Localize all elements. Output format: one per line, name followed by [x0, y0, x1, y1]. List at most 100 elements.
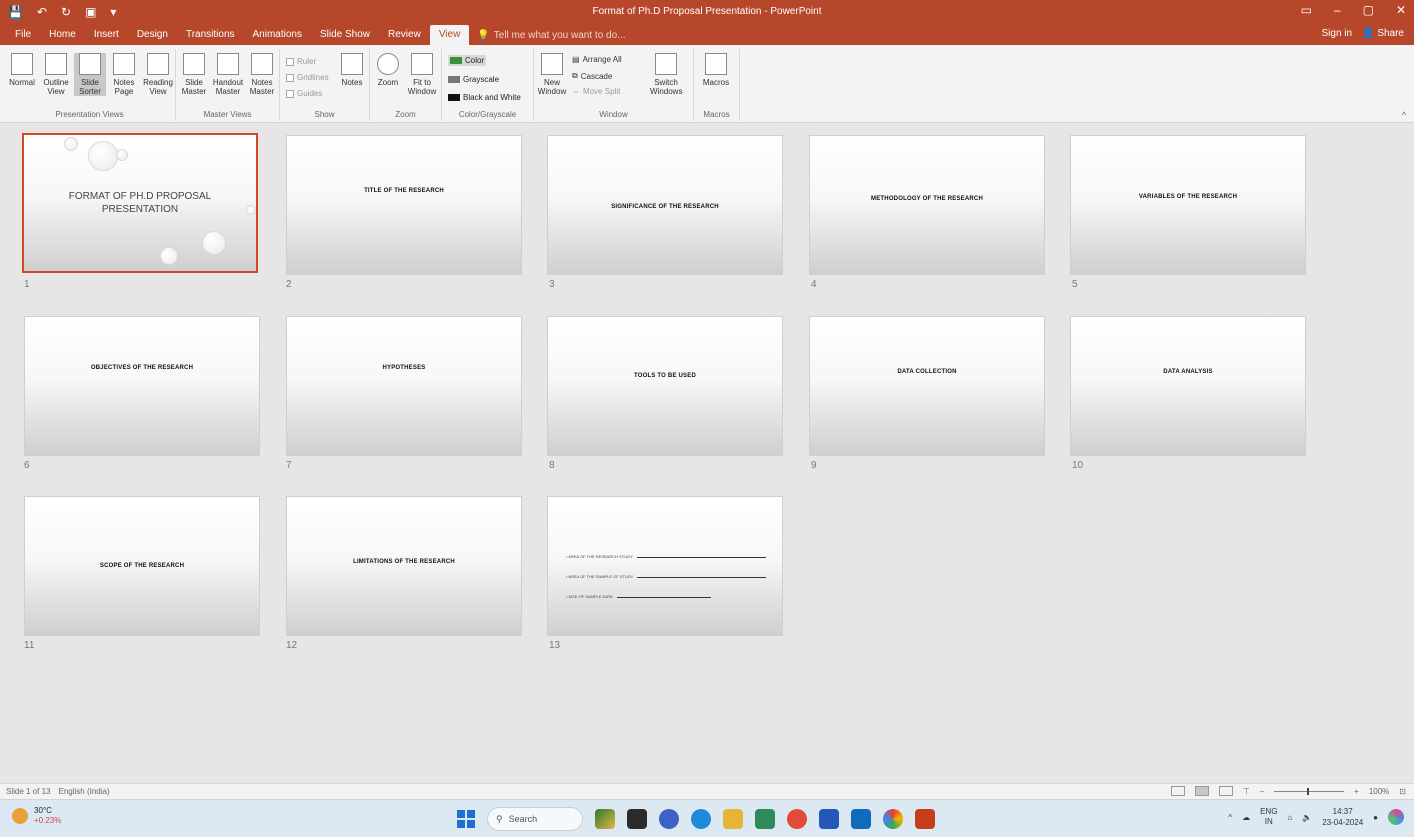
zoom-in-button[interactable]: + [1354, 787, 1359, 796]
grayscale-button[interactable]: Grayscale [448, 75, 499, 84]
zoom-button[interactable]: Zoom [372, 53, 404, 87]
bubble-decoration [88, 141, 118, 171]
slide-thumbnail-8[interactable]: TOOLS TO BE USED [547, 316, 783, 456]
cascade-button[interactable]: ⧉ Cascade [572, 71, 612, 81]
share-button[interactable]: 👤 Share [1362, 28, 1404, 39]
copilot-icon[interactable] [1388, 809, 1404, 825]
language-switcher[interactable]: ENG IN [1260, 807, 1277, 827]
browser-app-icon[interactable] [883, 809, 903, 829]
fit-slide-icon[interactable]: ⊡ [1399, 787, 1406, 796]
slide-thumbnail-9[interactable]: DATA COLLECTION [809, 316, 1045, 456]
gridlines-label: Gridlines [297, 73, 329, 82]
mail-app-icon[interactable] [851, 809, 871, 829]
slide-thumbnail-12[interactable]: LIMITATIONS OF THE RESEARCH [286, 496, 522, 636]
move-split-button[interactable]: ⇔ Move Split [572, 87, 620, 96]
slide-bullet-lines: • AREA OF THE RESEARCH STUDY • AREA OF T… [566, 539, 766, 599]
app-icon[interactable] [755, 809, 775, 829]
slide-thumbnail-13[interactable]: • AREA OF THE RESEARCH STUDY • AREA OF T… [547, 496, 783, 636]
chrome-browser-icon[interactable] [787, 809, 807, 829]
edge-browser-icon[interactable] [691, 809, 711, 829]
tab-insert[interactable]: Insert [85, 25, 128, 45]
black-and-white-button[interactable]: Black and White [448, 93, 521, 102]
weather-widget[interactable]: 30°C +0.23% [12, 806, 61, 826]
powerpoint-app-icon[interactable] [915, 809, 935, 829]
bullet-text: • AREA OF THE RESEARCH STUDY [566, 554, 633, 559]
zoom-level[interactable]: 100% [1369, 787, 1389, 796]
slide-master-button[interactable]: Slide Master [178, 53, 210, 96]
file-explorer-icon[interactable] [723, 809, 743, 829]
bubble-decoration [246, 205, 256, 215]
widgets-app-icon[interactable] [595, 809, 615, 829]
ribbon-display-options-icon[interactable]: ▭ [1301, 3, 1312, 17]
title-bar: 💾 ↶ ↻ ▣ ▾ Format of Ph.D Proposal Presen… [0, 0, 1414, 25]
slide-thumbnail-10[interactable]: DATA ANALYSIS [1070, 316, 1306, 456]
sign-in-link[interactable]: Sign in [1322, 28, 1353, 39]
tab-slide-show[interactable]: Slide Show [311, 25, 379, 45]
bubble-decoration [64, 137, 78, 151]
slide-thumbnail-6[interactable]: OBJECTIVES OF THE RESEARCH [24, 316, 260, 456]
windows-start-icon[interactable] [457, 810, 475, 828]
tell-me-box[interactable]: 💡 Tell me what you want to do... [477, 30, 625, 41]
collapse-ribbon-icon[interactable]: ^ [1402, 110, 1406, 120]
close-button[interactable]: ✕ [1396, 3, 1406, 17]
slide-sorter-button[interactable]: Slide Sorter [74, 53, 106, 96]
color-swatch-icon [450, 57, 462, 64]
tab-review[interactable]: Review [379, 25, 430, 45]
volume-icon[interactable]: 🔈 [1302, 813, 1312, 822]
slide-thumbnail-11[interactable]: SCOPE OF THE RESEARCH [24, 496, 260, 636]
network-icon[interactable]: ⌂ [1287, 813, 1292, 822]
slide-thumbnail-4[interactable]: METHODOLOGY OF THE RESEARCH [809, 135, 1045, 275]
ruler-checkbox[interactable]: Ruler [286, 57, 316, 66]
slide-title: TITLE OF THE RESEARCH [364, 188, 444, 194]
fit-to-window-button[interactable]: Fit to Window [406, 53, 438, 96]
new-window-button[interactable]: New Window [536, 53, 568, 96]
slide-thumbnail-7[interactable]: HYPOTHESES [286, 316, 522, 456]
slide-thumbnail-2[interactable]: TITLE OF THE RESEARCH [286, 135, 522, 275]
minimize-button[interactable]: – [1334, 3, 1341, 17]
switch-windows-button[interactable]: Switch Windows [650, 53, 682, 96]
outline-view-button[interactable]: Outline View [40, 53, 72, 96]
move-split-icon: ⇔ [572, 87, 580, 96]
normal-view-button[interactable]: Normal [6, 53, 38, 87]
show-label: Show [314, 110, 335, 119]
gridlines-checkbox[interactable]: Gridlines [286, 73, 329, 82]
tab-animations[interactable]: Animations [244, 25, 311, 45]
zoom-out-button[interactable]: – [1260, 787, 1264, 796]
color-button[interactable]: Color [448, 55, 487, 66]
reading-view-status-button[interactable] [1218, 786, 1233, 796]
notes-page-button[interactable]: Notes Page [108, 53, 140, 96]
guides-label: Guides [297, 89, 323, 98]
tab-home[interactable]: Home [40, 25, 85, 45]
slide-sorter-status-button[interactable] [1194, 786, 1209, 796]
cloud-icon[interactable]: ☁ [1242, 813, 1250, 822]
presentation-views-label: Presentation Views [55, 110, 124, 119]
macros-button[interactable]: Macros [700, 53, 732, 87]
show-hidden-icons-icon[interactable]: ^ [1228, 813, 1232, 822]
tab-transitions[interactable]: Transitions [177, 25, 244, 45]
notes-master-button[interactable]: Notes Master [246, 53, 278, 96]
clock[interactable]: 14:37 23-04-2024 [1322, 806, 1363, 828]
tab-file[interactable]: File [6, 25, 40, 45]
notes-button[interactable]: Notes [336, 53, 368, 87]
slide-number: 6 [24, 460, 30, 471]
arrange-all-button[interactable]: ▤ Arrange All [572, 55, 622, 64]
slide-thumbnail-5[interactable]: VARIABLES OF THE RESEARCH [1070, 135, 1306, 275]
tab-design[interactable]: Design [128, 25, 177, 45]
language-indicator[interactable]: English (India) [58, 787, 109, 796]
taskbar-search[interactable]: ⚲ Search [487, 807, 583, 831]
slide-sorter-pane: FORMAT OF PH.D PROPOSAL PRESENTATION 1 T… [0, 123, 1414, 783]
guides-checkbox[interactable]: Guides [286, 89, 322, 98]
slide-thumbnail-3[interactable]: SIGNIFICANCE OF THE RESEARCH [547, 135, 783, 275]
reading-view-button[interactable]: Reading View [142, 53, 174, 96]
store-app-icon[interactable] [819, 809, 839, 829]
zoom-slider[interactable] [1274, 787, 1345, 795]
notification-icon[interactable]: ● [1373, 813, 1378, 822]
slide-thumbnail-1[interactable]: FORMAT OF PH.D PROPOSAL PRESENTATION [22, 133, 258, 273]
slideshow-status-icon[interactable]: ⊤ [1243, 787, 1250, 796]
teams-app-icon[interactable] [659, 809, 679, 829]
tab-view[interactable]: View [429, 25, 470, 45]
normal-view-status-button[interactable] [1170, 786, 1185, 796]
maximize-button[interactable]: ▢ [1363, 3, 1374, 17]
handout-master-button[interactable]: Handout Master [212, 53, 244, 96]
terminal-app-icon[interactable] [627, 809, 647, 829]
